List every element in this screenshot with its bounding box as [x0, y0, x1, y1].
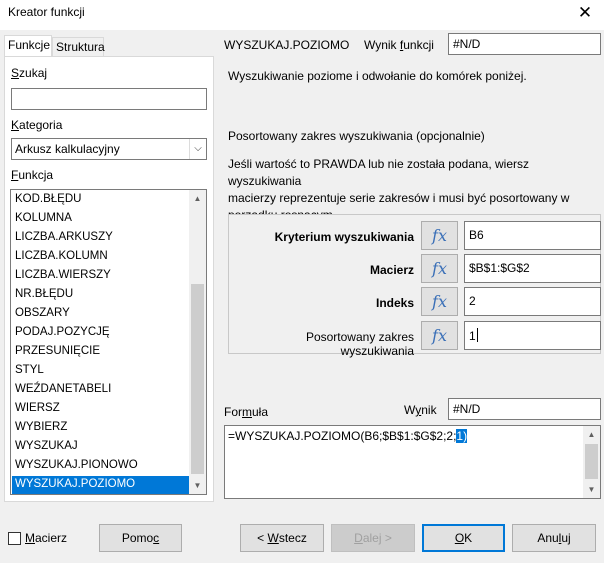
- array-checkbox[interactable]: [8, 532, 21, 545]
- function-list-item[interactable]: NR.BŁĘDU: [12, 286, 189, 305]
- fx-icon[interactable]: fx: [421, 254, 458, 283]
- arg-input-index[interactable]: 2: [464, 287, 601, 316]
- function-list-item[interactable]: WEŹDANETABELI: [12, 381, 189, 400]
- close-icon[interactable]: ✕: [572, 2, 598, 26]
- search-input[interactable]: [11, 88, 207, 110]
- cancel-button-label: Anuluj: [537, 531, 571, 545]
- function-label-rest: unkcja: [18, 168, 54, 182]
- scroll-up-icon[interactable]: ▲: [583, 426, 600, 443]
- chevron-down-icon[interactable]: ⌵: [189, 139, 206, 159]
- arg-label-sorted-range: Posortowany zakres wyszukiwania: [305, 330, 414, 358]
- argument-help-line: macierzy reprezentuje serie zakresów i m…: [228, 191, 570, 205]
- function-list-item[interactable]: OBSZARY: [12, 305, 189, 324]
- window-title: Kreator funkcji: [8, 5, 85, 19]
- formula-label: Formuła: [224, 405, 269, 419]
- function-list-item[interactable]: WYSZUKAJ.POZIOMO: [12, 476, 189, 494]
- function-list-item[interactable]: WYSZUKAJ: [12, 438, 189, 457]
- help-button-label: Pomoc: [121, 531, 160, 545]
- search-label-rest: zukaj: [19, 66, 48, 80]
- text-cursor: [476, 328, 478, 342]
- argument-title: Posortowany zakres wyszukiwania (opcjona…: [228, 129, 485, 143]
- category-select[interactable]: Arkusz kalkulacyjny ⌵: [11, 138, 207, 160]
- arg-input-array[interactable]: $B$1:$G$2: [464, 254, 601, 283]
- scroll-down-icon[interactable]: ▼: [189, 477, 206, 494]
- tab-structure[interactable]: Struktura: [52, 37, 105, 56]
- function-list-item[interactable]: PODAJ.POZYCJĘ: [12, 324, 189, 343]
- arg-label-index: Indeks: [375, 296, 414, 310]
- category-label: Kategoria: [11, 118, 63, 132]
- category-label-rest: ategoria: [19, 118, 63, 132]
- ok-button-label: OK: [454, 531, 473, 545]
- function-list-item[interactable]: LICZBA.WIERSZY: [12, 267, 189, 286]
- title-bar: [0, 0, 604, 30]
- arg-input-sorted-range-value: 1: [469, 329, 476, 343]
- ok-button[interactable]: OK: [422, 524, 505, 552]
- formula-text: =WYSZUKAJ.POZIOMO(B6;$B$1:$G$2;2;1): [228, 429, 468, 443]
- function-list-item[interactable]: WIERSZ: [12, 400, 189, 419]
- arg-input-sorted-range[interactable]: 1: [464, 321, 601, 350]
- tab-functions[interactable]: Funkcje: [4, 35, 52, 57]
- scroll-up-icon[interactable]: ▲: [189, 190, 206, 207]
- fx-icon[interactable]: fx: [421, 287, 458, 316]
- fx-icon[interactable]: fx: [421, 321, 458, 350]
- scrollbar-thumb[interactable]: [191, 284, 204, 474]
- cancel-button[interactable]: Anuluj: [512, 524, 596, 552]
- function-list-item[interactable]: STYL: [12, 362, 189, 381]
- array-label: Macierz: [25, 531, 68, 545]
- function-list-item[interactable]: WYSZUKAJ.PIONOWO: [12, 457, 189, 476]
- formula-text-selected: 1): [456, 429, 468, 443]
- arg-input-lookup-value[interactable]: B6: [464, 221, 601, 250]
- search-label: Szukaj: [11, 66, 48, 80]
- result-label: Wynik funkcji: [364, 38, 434, 52]
- next-button-label: Dalej >: [354, 531, 392, 545]
- back-button[interactable]: < Wstecz: [240, 524, 324, 552]
- formula-editor[interactable]: =WYSZUKAJ.POZIOMO(B6;$B$1:$G$2;2;1) ▲ ▼: [224, 425, 601, 499]
- function-list-item[interactable]: LICZBA.ARKUSZY: [12, 229, 189, 248]
- function-list-scrollbar[interactable]: ▲ ▼: [189, 190, 206, 494]
- function-list-item[interactable]: LICZBA.KOLUMN: [12, 248, 189, 267]
- next-button[interactable]: Dalej >: [331, 524, 415, 552]
- help-button[interactable]: Pomoc: [99, 524, 182, 552]
- arg-label-lookup-value: Kryterium wyszukiwania: [274, 230, 414, 244]
- fx-icon[interactable]: fx: [421, 221, 458, 250]
- result-field: #N/D: [448, 33, 601, 55]
- formula-result-label: Wynik: [404, 403, 437, 417]
- back-button-label: < Wstecz: [257, 531, 307, 545]
- function-name: WYSZUKAJ.POZIOMO: [224, 38, 350, 52]
- category-value: Arkusz kalkulacyjny: [15, 142, 120, 156]
- function-list[interactable]: ▲ ▼ KOD.BŁĘDU KOLUMNA LICZBA.ARKUSZY LICZBA…: [10, 189, 207, 495]
- function-list-item[interactable]: KOLUMNA: [12, 210, 189, 229]
- formula-result-field: #N/D: [448, 398, 601, 420]
- function-description: Wyszukiwanie poziome i odwołanie do komó…: [228, 69, 527, 83]
- arg-label-array: Macierz: [369, 263, 414, 277]
- scrollbar-thumb[interactable]: [585, 444, 598, 479]
- formula-text-main: =WYSZUKAJ.POZIOMO(B6;$B$1:$G$2;2;: [228, 429, 457, 443]
- function-list-item[interactable]: KOD.BŁĘDU: [12, 191, 189, 210]
- function-list-item[interactable]: WYBIERZ: [12, 419, 189, 438]
- function-list-item[interactable]: PRZESUNIĘCIE: [12, 343, 189, 362]
- function-label: Funkcja: [11, 168, 54, 182]
- argument-help-line: Jeśli wartość to PRAWDA lub nie została …: [228, 157, 530, 188]
- formula-scrollbar[interactable]: ▲ ▼: [583, 426, 600, 498]
- scroll-down-icon[interactable]: ▼: [583, 481, 600, 498]
